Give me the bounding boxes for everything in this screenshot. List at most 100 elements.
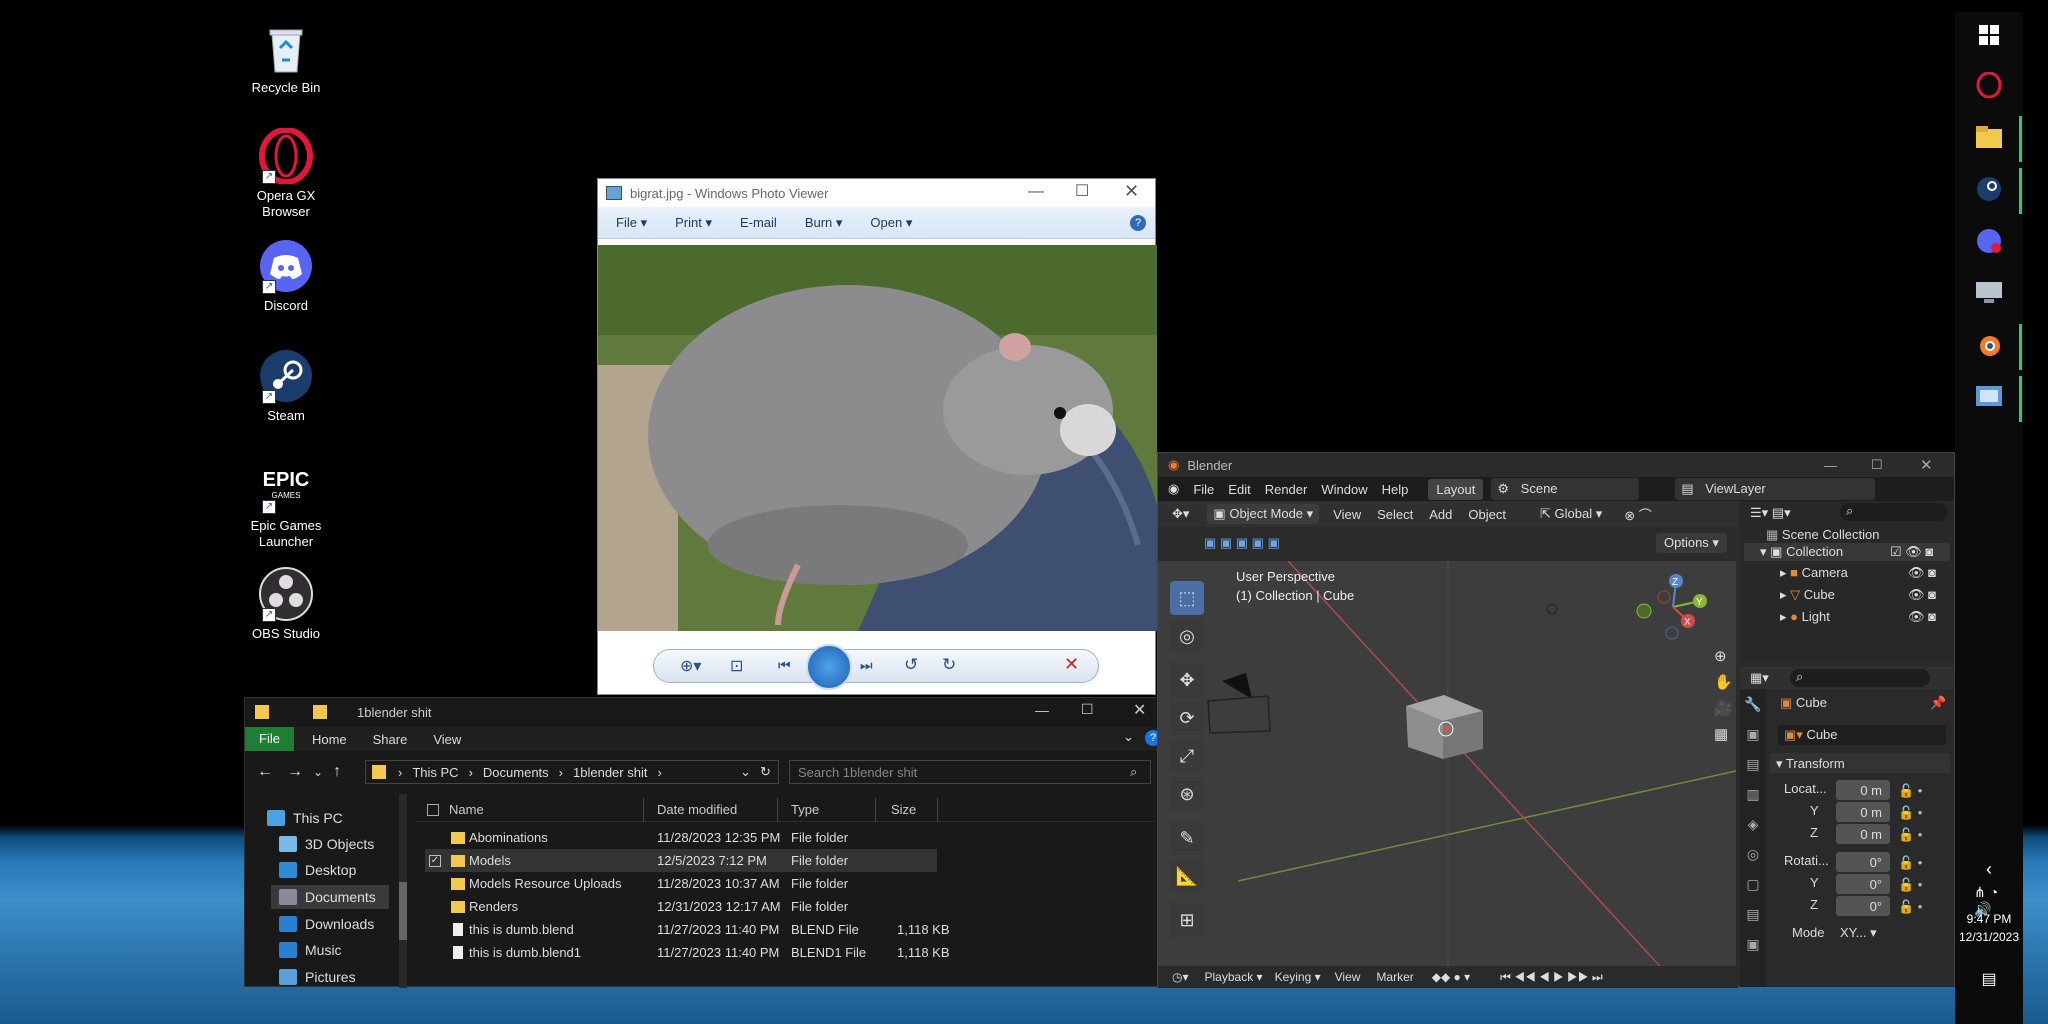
snap-icon[interactable]: ⊗ ⌒	[1624, 505, 1652, 524]
location-y-field[interactable]: 0 m	[1836, 802, 1890, 822]
mode-selector[interactable]: ▣ Object Mode ▾	[1207, 504, 1320, 524]
playback-controls[interactable]: ⏮ ◀◀ ◀ ▶ ▶▶ ⏭	[1500, 970, 1603, 985]
outliner-editor-icon[interactable]: ☰▾ ▤▾	[1750, 505, 1791, 521]
editor-type-icon[interactable]: ✥▾	[1172, 506, 1189, 522]
column-size[interactable]: Size	[891, 802, 916, 817]
add-cube-tool-icon[interactable]: ⊞	[1170, 903, 1204, 937]
ribbon-tab-view[interactable]: View	[433, 732, 461, 747]
rotation-y-field[interactable]: 0°	[1836, 874, 1890, 894]
file-row[interactable]: Abominations 11/28/2023 12:35 PM File fo…	[415, 826, 1155, 849]
properties-tabs[interactable]: 🔧 ▣ ▤ ▥ ◈ ◎ ▢ ▤ ▣	[1740, 689, 1766, 987]
ribbon-tab-share[interactable]: Share	[373, 732, 408, 747]
breadcrumb-documents[interactable]: Documents	[483, 765, 549, 780]
search-input[interactable]: Search 1blender shit ⌕	[789, 760, 1151, 784]
minimize-button[interactable]: —	[1035, 702, 1049, 718]
pan-hand-icon[interactable]: ✋	[1714, 673, 1733, 691]
desktop-icon-discord[interactable]: ↗ Discord	[244, 238, 328, 314]
lock-icons[interactable]: 🔓 • 🔓 • 🔓 •	[1898, 852, 1922, 918]
desktop-icon-opera-gx[interactable]: ↗ Opera GX Browser	[244, 127, 328, 220]
actual-size-icon[interactable]: ⊡	[730, 656, 743, 676]
breadcrumb-folder[interactable]: 1blender shit	[573, 765, 647, 780]
up-icon[interactable]: ↑	[333, 763, 341, 781]
scale-tool-icon[interactable]: ⤢	[1170, 739, 1204, 773]
outliner-item-light[interactable]: ▸ ● Light	[1780, 609, 1830, 625]
timeline-editor-icon[interactable]: ◷▾	[1172, 970, 1189, 984]
network-app-icon[interactable]	[1974, 278, 2004, 308]
menu-file[interactable]: File ▾	[616, 215, 647, 231]
clock-time[interactable]: 9:47 PM	[1955, 912, 2023, 926]
desktop-icon-recycle-bin[interactable]: Recycle Bin	[244, 20, 328, 96]
scene-selector[interactable]: ⚙ Scene	[1491, 478, 1640, 500]
rotate-right-icon[interactable]: ↻	[942, 655, 956, 675]
desktop-icon-steam[interactable]: ↗ Steam	[244, 348, 328, 424]
maximize-button[interactable]: ☐	[1075, 181, 1089, 201]
ribbon-tab-file[interactable]: File	[245, 727, 294, 751]
address-bar[interactable]: › This PC › Documents › 1blender shit › ⌄ ↻	[365, 760, 779, 784]
rotation-mode-selector[interactable]: XY... ▾	[1840, 925, 1877, 941]
column-type[interactable]: Type	[791, 802, 819, 817]
opera-gx-icon[interactable]	[1974, 70, 2004, 100]
nav-pictures[interactable]: Pictures	[279, 965, 356, 989]
cursor-tool-icon[interactable]: ◎	[1170, 619, 1204, 653]
chevron-down-icon[interactable]: ⌄	[1123, 729, 1134, 745]
photo-viewer-icon[interactable]	[1974, 382, 2004, 412]
forward-icon[interactable]: →	[287, 763, 303, 781]
menu-add[interactable]: Add	[1429, 507, 1452, 522]
desktop-icon-epic-games[interactable]: EPIC GAMES ↗ Epic Games Launcher	[244, 458, 328, 550]
next-icon[interactable]: ⏭	[860, 657, 873, 674]
menu-view[interactable]: View	[1335, 970, 1361, 984]
breadcrumb-this-pc[interactable]: This PC	[412, 765, 458, 780]
select-box-tool-icon[interactable]: ⬚	[1170, 581, 1204, 615]
file-row[interactable]: Models Resource Uploads 11/28/2023 10:37…	[415, 872, 1155, 895]
select-mode-icons[interactable]: ▣ ▣ ▣ ▣ ▣	[1204, 535, 1304, 553]
delete-icon[interactable]: ✕	[1064, 654, 1079, 675]
windows-start-icon[interactable]	[1974, 20, 2004, 50]
file-row-selected[interactable]: ✓ Models 12/5/2023 7:12 PM File folder	[425, 849, 937, 872]
clock-date[interactable]: 12/31/2023	[1955, 930, 2023, 944]
nav-scrollbar[interactable]	[399, 794, 407, 988]
chevron-down-icon[interactable]: ⌄	[740, 764, 751, 780]
menu-view[interactable]: View	[1333, 507, 1361, 522]
location-x-field[interactable]: 0 m	[1836, 780, 1890, 800]
file-row[interactable]: Renders 12/31/2023 12:17 AM File folder	[415, 895, 1155, 918]
refresh-icon[interactable]: ↻	[760, 764, 771, 780]
close-button[interactable]: ✕	[1920, 456, 1933, 474]
rotate-tool-icon[interactable]: ⟳	[1170, 701, 1204, 735]
help-icon[interactable]: ?	[1130, 215, 1146, 231]
menu-marker[interactable]: Marker	[1376, 970, 1413, 984]
menu-keying[interactable]: Keying ▾	[1275, 970, 1321, 984]
select-all-checkbox[interactable]	[427, 803, 439, 816]
pin-icon[interactable]: 📌	[1930, 695, 1946, 711]
menu-help[interactable]: Help	[1382, 482, 1409, 497]
visibility-icons[interactable]: 👁 ◙	[1908, 565, 1936, 581]
visibility-icons[interactable]: 👁 ◙	[1908, 587, 1936, 603]
steam-icon[interactable]	[1974, 174, 2004, 204]
nav-music[interactable]: Music	[279, 938, 342, 962]
menu-select[interactable]: Select	[1377, 507, 1413, 522]
outliner-scene-collection[interactable]: ▦ Scene Collection	[1766, 527, 1879, 543]
move-tool-icon[interactable]: ✥	[1170, 663, 1204, 697]
transform-tool-icon[interactable]: ⊛	[1170, 777, 1204, 811]
desktop-icon-obs[interactable]: ↗ OBS Studio	[244, 566, 328, 642]
outliner-collection[interactable]: ▾ ▣ Collection	[1760, 544, 1843, 560]
notifications-icon[interactable]: ▤	[1974, 964, 2004, 994]
file-explorer-icon[interactable]	[1974, 122, 2004, 152]
properties-search-input[interactable]: ⌕	[1790, 669, 1930, 687]
workspace-tab-layout[interactable]: Layout	[1428, 478, 1484, 500]
navigation-gizmo[interactable]: Z Y X	[1628, 567, 1718, 647]
location-z-field[interactable]: 0 m	[1836, 824, 1890, 844]
keyframe-icons[interactable]: ◆◆ ● ▾	[1432, 970, 1470, 984]
visibility-icons[interactable]: 👁 ◙	[1908, 609, 1936, 625]
menu-print[interactable]: Print ▾	[675, 215, 712, 231]
previous-icon[interactable]: ⏮	[778, 657, 791, 674]
lock-icons[interactable]: 🔓 • 🔓 • 🔓 •	[1898, 780, 1922, 846]
close-button[interactable]: ✕	[1124, 181, 1139, 202]
camera-view-icon[interactable]: 🎥	[1714, 699, 1733, 717]
menu-window[interactable]: Window	[1321, 482, 1367, 497]
column-name[interactable]: Name	[449, 802, 484, 817]
menu-file[interactable]: File	[1193, 482, 1214, 497]
orientation-selector[interactable]: ⇱ Global ▾	[1540, 506, 1602, 522]
menu-object[interactable]: Object	[1468, 507, 1506, 522]
rotate-left-icon[interactable]: ↺	[904, 655, 918, 675]
rotation-x-field[interactable]: 0°	[1836, 852, 1890, 872]
